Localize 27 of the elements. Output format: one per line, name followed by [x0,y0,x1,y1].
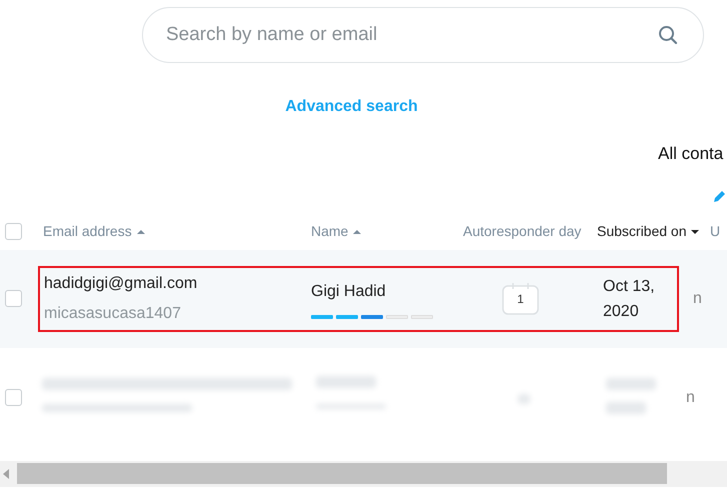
calendar-icon [502,283,539,315]
scrollbar-thumb[interactable] [17,463,667,484]
select-all-checkbox[interactable] [5,223,22,240]
contact-name: Gigi Hadid [311,282,387,302]
row-checkbox[interactable] [5,389,22,406]
list-title: All conta [658,144,724,163]
search-field[interactable]: Search by name or email [142,7,704,63]
table-cell: n [686,389,695,406]
column-header[interactable]: Autoresponder day [463,222,582,238]
column-header[interactable]: Email address [43,222,146,238]
email-text: hadidgigi@gmail.com [44,274,198,294]
column-header[interactable]: Name [311,222,362,238]
horizontal-scrollbar[interactable] [0,461,727,487]
sort-caret-icon [136,228,146,235]
table-cell: n [693,290,702,307]
pencil-icon[interactable] [713,188,727,203]
sort-caret-icon [690,228,700,235]
column-header[interactable]: Subscribed on [597,222,700,238]
scroll-left-icon[interactable] [3,469,11,479]
sort-caret-icon [352,228,362,235]
advanced-search-link[interactable]: Advanced search [285,98,418,115]
column-header[interactable]: U [710,222,720,238]
row-checkbox[interactable] [5,290,22,308]
day-number: 1 [517,291,524,308]
username-text: micasasucasa1407 [44,304,182,324]
subscribed-date: Oct 13, 2020 [603,277,656,322]
search-icon[interactable] [658,25,678,45]
